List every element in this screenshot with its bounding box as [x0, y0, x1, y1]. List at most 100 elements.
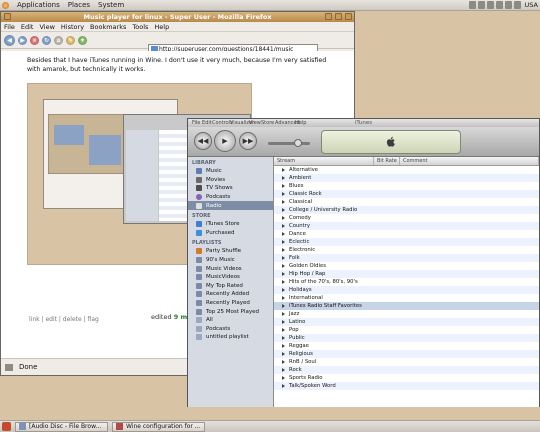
- disclosure-triangle-icon[interactable]: [282, 256, 285, 260]
- taskbar-item-file-browser[interactable]: [Audio Disc - File Brow...: [15, 421, 108, 432]
- stream-row[interactable]: Talk/Spoken Word: [274, 382, 539, 390]
- disclosure-triangle-icon[interactable]: [282, 280, 285, 284]
- stream-row[interactable]: Hits of the 70's, 80's, 90's: [274, 278, 539, 286]
- disclosure-triangle-icon[interactable]: [282, 288, 285, 292]
- stream-row[interactable]: Reggae: [274, 342, 539, 350]
- disclosure-triangle-icon[interactable]: [282, 248, 285, 252]
- stream-row[interactable]: iTunes Radio Staff Favorites: [274, 302, 539, 310]
- back-icon[interactable]: ◀: [4, 34, 15, 46]
- stream-row[interactable]: Blues: [274, 182, 539, 190]
- playlist-item[interactable]: MusicVideos: [188, 273, 273, 282]
- disclosure-triangle-icon[interactable]: [282, 224, 285, 228]
- source-podcasts[interactable]: Podcasts: [188, 193, 273, 202]
- menu-help[interactable]: Help: [154, 23, 169, 31]
- places-menu[interactable]: Places: [68, 1, 90, 9]
- previous-icon[interactable]: ◀◀: [194, 132, 212, 150]
- disclosure-triangle-icon[interactable]: [282, 176, 285, 180]
- stream-row[interactable]: College / University Radio: [274, 206, 539, 214]
- stream-row[interactable]: Classic Rock: [274, 190, 539, 198]
- disclosure-triangle-icon[interactable]: [282, 296, 285, 300]
- playlist-item[interactable]: Recently Played: [188, 299, 273, 308]
- taskbar-item-wine-config[interactable]: Wine configuration for ...: [112, 421, 205, 432]
- reload-icon[interactable]: ↻: [42, 35, 51, 45]
- volume-icon[interactable]: [513, 1, 521, 9]
- disclosure-triangle-icon[interactable]: [282, 200, 285, 204]
- stream-row[interactable]: Country: [274, 222, 539, 230]
- disclosure-triangle-icon[interactable]: [282, 232, 285, 236]
- playlist-item[interactable]: Top 25 Most Played: [188, 307, 273, 316]
- close-button[interactable]: [345, 13, 352, 20]
- playlist-item[interactable]: All: [188, 316, 273, 325]
- menu-tools[interactable]: Tools: [132, 23, 148, 31]
- stream-row[interactable]: Religious: [274, 350, 539, 358]
- disclosure-triangle-icon[interactable]: [282, 360, 285, 364]
- stream-row[interactable]: Comedy: [274, 214, 539, 222]
- clock[interactable]: USA: [525, 1, 538, 9]
- firefox-titlebar[interactable]: Music player for linux - Super User - Mo…: [1, 12, 354, 22]
- stream-row[interactable]: Eclectic: [274, 238, 539, 246]
- stream-row[interactable]: Rock: [274, 366, 539, 374]
- tray-icon[interactable]: [504, 1, 512, 9]
- tray-icon[interactable]: [486, 1, 494, 9]
- stream-row[interactable]: Pop: [274, 326, 539, 334]
- minimize-button[interactable]: [325, 13, 332, 20]
- tray-icon[interactable]: [495, 1, 503, 9]
- playlist-item[interactable]: Recently Added: [188, 290, 273, 299]
- stream-row[interactable]: Classical: [274, 198, 539, 206]
- bookmark-icon[interactable]: ✎: [66, 35, 75, 45]
- show-desktop-icon[interactable]: [2, 422, 11, 431]
- disclosure-triangle-icon[interactable]: [282, 384, 285, 388]
- menu-edit[interactable]: Edit: [21, 23, 34, 31]
- source-music[interactable]: Music: [188, 167, 273, 176]
- playlist-item[interactable]: untitled playlist: [188, 333, 273, 342]
- stream-row[interactable]: Ambient: [274, 174, 539, 182]
- playlist-item[interactable]: Podcasts: [188, 325, 273, 334]
- disclosure-triangle-icon[interactable]: [282, 240, 285, 244]
- menu-file[interactable]: File: [4, 23, 15, 31]
- source-purchased[interactable]: Purchased: [188, 229, 273, 238]
- column-bitrate[interactable]: Bit Rate: [374, 157, 400, 165]
- tray-icon[interactable]: [477, 1, 485, 9]
- disclosure-triangle-icon[interactable]: [282, 328, 285, 332]
- disclosure-triangle-icon[interactable]: [282, 192, 285, 196]
- itunes-titlebar[interactable]: File Edit Controls Visualizer View Store…: [188, 119, 539, 127]
- source-tv-shows[interactable]: TV Shows: [188, 184, 273, 193]
- stream-row[interactable]: Holidays: [274, 286, 539, 294]
- stream-row[interactable]: Golden Oldies: [274, 262, 539, 270]
- disclosure-triangle-icon[interactable]: [282, 312, 285, 316]
- disclosure-triangle-icon[interactable]: [282, 368, 285, 372]
- disclosure-triangle-icon[interactable]: [282, 304, 285, 308]
- disclosure-triangle-icon[interactable]: [282, 320, 285, 324]
- disclosure-triangle-icon[interactable]: [282, 168, 285, 172]
- volume-knob[interactable]: [294, 139, 302, 147]
- stream-row[interactable]: Folk: [274, 254, 539, 262]
- forward-icon[interactable]: ▶: [18, 35, 27, 45]
- source-radio[interactable]: Radio: [188, 201, 273, 210]
- disclosure-triangle-icon[interactable]: [282, 184, 285, 188]
- home-icon[interactable]: ⌂: [54, 35, 63, 45]
- stream-row[interactable]: Dance: [274, 230, 539, 238]
- playlist-item[interactable]: Music Videos: [188, 264, 273, 273]
- playlist-item[interactable]: Party Shuffle: [188, 247, 273, 256]
- disclosure-triangle-icon[interactable]: [282, 336, 285, 340]
- post-menu[interactable]: link | edit | delete | flag: [29, 316, 99, 323]
- addon-icon[interactable]: ✦: [78, 35, 87, 45]
- volume-slider[interactable]: [268, 139, 310, 147]
- stream-row[interactable]: Alternative: [274, 166, 539, 174]
- window-menu-button[interactable]: [4, 13, 11, 20]
- system-menu[interactable]: System: [98, 1, 124, 9]
- next-icon[interactable]: ▶▶: [239, 132, 257, 150]
- stream-row[interactable]: Jazz: [274, 310, 539, 318]
- playlist-item[interactable]: My Top Rated: [188, 282, 273, 291]
- disclosure-triangle-icon[interactable]: [282, 208, 285, 212]
- stop-icon[interactable]: ×: [30, 35, 39, 45]
- stream-row[interactable]: Hip Hop / Rap: [274, 270, 539, 278]
- stream-row[interactable]: Public: [274, 334, 539, 342]
- playlist-item[interactable]: 90's Music: [188, 256, 273, 265]
- menu-history[interactable]: History: [61, 23, 84, 31]
- source-movies[interactable]: Movies: [188, 176, 273, 185]
- stream-row[interactable]: Sports Radio: [274, 374, 539, 382]
- disclosure-triangle-icon[interactable]: [282, 264, 285, 268]
- menu-bookmarks[interactable]: Bookmarks: [90, 23, 126, 31]
- stream-row[interactable]: Latino: [274, 318, 539, 326]
